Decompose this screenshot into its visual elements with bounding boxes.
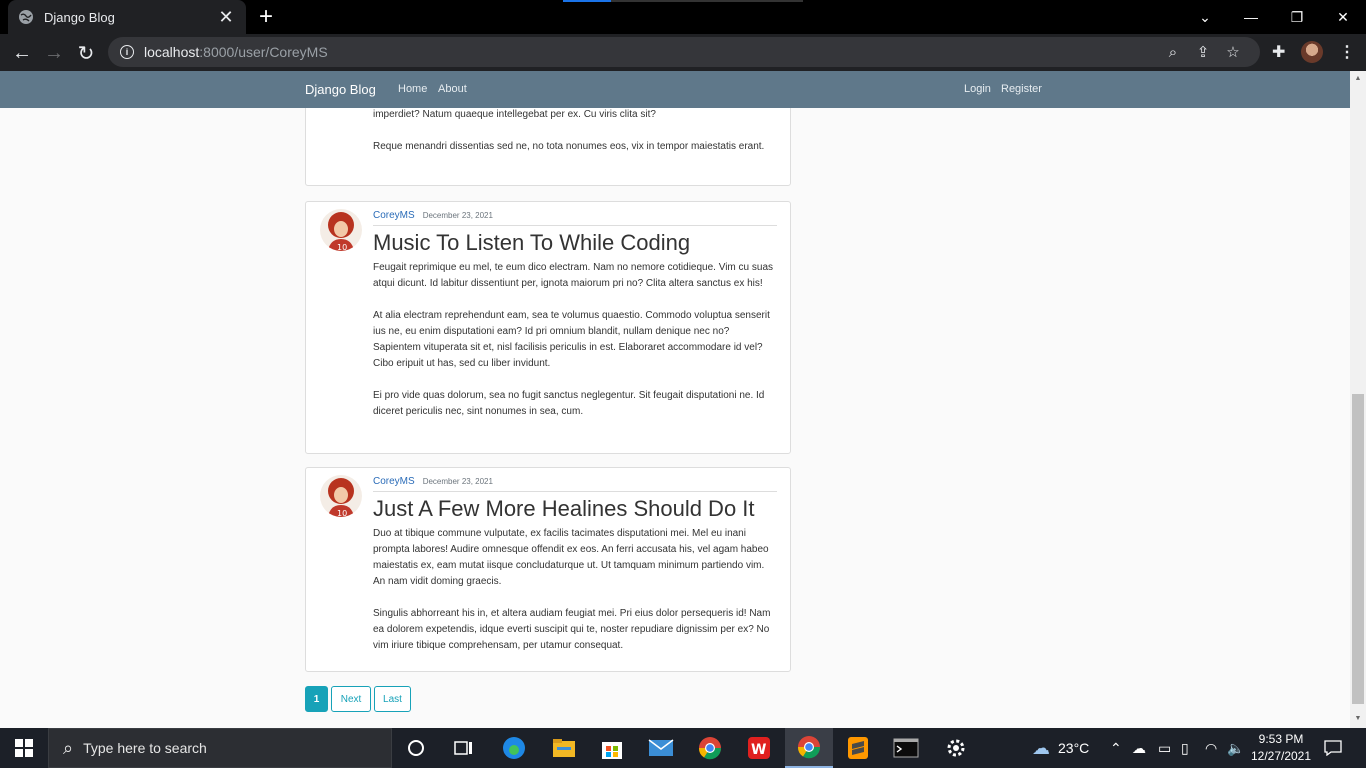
onedrive-cloud-icon[interactable]: ☁ [1132,728,1146,768]
cortana-icon[interactable] [392,728,440,768]
zoom-icon[interactable]: ⌕ [1158,40,1188,64]
nav-register[interactable]: Register [1001,83,1042,95]
clock-time: 9:53 PM [1258,732,1304,746]
mail-icon[interactable] [637,728,685,768]
clock-date: 12/27/2021 [1250,749,1312,763]
extensions-icon[interactable]: ✚ [1272,42,1285,62]
url-text[interactable]: localhost:8000/user/CoreyMS [144,44,1158,60]
new-tab-button[interactable]: + [259,5,273,29]
reload-button[interactable]: ↻ [73,40,99,66]
nav-login[interactable]: Login [964,83,991,95]
browser-toolbar: ← → ↻ i localhost:8000/user/CoreyMS ⌕ ⇪ … [0,34,1366,71]
tab-title: Django Blog [44,9,115,25]
scroll-up-arrow-icon[interactable]: ▲ [1354,75,1362,83]
nav-about[interactable]: About [438,83,467,95]
close-window-button[interactable]: ✕ [1320,0,1366,34]
post-card: imperdiet? Natum quaeque intellegebat pe… [305,108,791,186]
chrome-icon[interactable] [686,728,734,768]
weather-cloud-icon: ☁ [1032,737,1050,758]
back-button[interactable]: ← [9,40,35,66]
svg-text:W: W [751,742,766,758]
post-content: Feugait reprimique eu mel, te eum dico e… [373,260,777,436]
show-hidden-icons-chevron-icon[interactable]: ⌃ [1110,728,1122,768]
restore-button[interactable]: ❐ [1274,0,1320,34]
post-card: 10 CoreyMS December 23, 2021 Just A Few M… [305,467,791,672]
battery-icon[interactable]: ▯ [1181,728,1189,768]
post-title[interactable]: Music To Listen To While Coding [373,230,690,256]
bookmark-star-icon[interactable]: ☆ [1218,40,1248,64]
post-paragraph: Ei pro vide quas dolorum, sea no fugit s… [373,390,765,417]
post-paragraph: Reque menandri dissentias sed ne, no tot… [373,141,765,152]
search-icon: ⌕ [63,737,74,758]
post-paragraph: Feugait reprimique eu mel, te eum dico e… [373,262,774,289]
post-content: imperdiet? Natum quaeque intellegebat pe… [373,108,777,171]
post-card: 10 CoreyMS December 23, 2021 Music To Lis… [305,201,791,454]
page-scrollbar[interactable]: ▲ ▼ [1350,71,1366,728]
last-page-button[interactable]: Last [374,686,411,712]
loading-indicator [563,0,803,2]
windows-logo-icon [15,739,33,757]
sublime-text-icon[interactable] [834,728,882,768]
post-paragraph: At alia electram reprehendunt eam, sea t… [373,310,770,369]
scroll-down-arrow-icon[interactable]: ▼ [1354,715,1362,723]
nav-home[interactable]: Home [398,83,427,95]
browser-tab[interactable]: Django Blog ✕ [8,0,246,34]
svg-text:10: 10 [337,243,347,251]
wps-office-icon[interactable]: W [735,728,783,768]
author-avatar: 10 [320,475,362,517]
post-metadata: CoreyMS December 23, 2021 [373,476,777,492]
meet-now-icon[interactable]: ▭ [1158,728,1171,768]
microsoft-store-icon[interactable] [588,728,636,768]
task-view-icon[interactable] [440,728,488,768]
site-navbar: Django Blog Home About Login Register [0,71,1350,108]
address-bar[interactable]: i localhost:8000/user/CoreyMS ⌕ ⇪ ☆ [108,37,1260,67]
windows-taskbar: ⌕ Type here to search W ☁ 23°C ⌃ ☁ ▭ ▯ ◠… [0,728,1366,768]
profile-avatar[interactable] [1301,41,1323,63]
scroll-thumb[interactable] [1352,394,1364,704]
post-metadata: CoreyMS December 23, 2021 [373,210,777,226]
volume-icon[interactable]: 🔈 [1227,728,1244,768]
svg-text:10: 10 [337,509,347,517]
minimize-button[interactable]: — [1228,0,1274,34]
tab-search-icon[interactable]: ⌄ [1182,0,1228,34]
author-avatar: 10 [320,209,362,251]
file-explorer-icon[interactable] [540,728,588,768]
terminal-icon[interactable] [882,728,930,768]
author-link[interactable]: CoreyMS [373,210,415,221]
post-paragraph: imperdiet? Natum quaeque intellegebat pe… [373,109,656,120]
post-date: December 23, 2021 [422,211,493,220]
page-content: imperdiet? Natum quaeque intellegebat pe… [0,108,1350,728]
settings-gear-icon[interactable] [932,728,980,768]
edge-icon[interactable] [490,728,538,768]
wifi-icon[interactable]: ◠ [1205,728,1217,768]
post-date: December 23, 2021 [422,477,493,486]
weather-widget[interactable]: ☁ 23°C [1032,728,1089,768]
menu-kebab-icon[interactable]: ⋮ [1339,42,1355,62]
forward-button[interactable]: → [41,40,67,66]
post-paragraph: Duo at tibique commune vulputate, ex fac… [373,528,769,587]
post-paragraph: Singulis abhorreant his in, et altera au… [373,608,771,651]
taskbar-clock[interactable]: 9:53 PM 12/27/2021 [1248,731,1314,765]
windows-start-button[interactable] [0,728,48,768]
post-content: Duo at tibique commune vulputate, ex fac… [373,526,777,670]
taskbar-search-input[interactable]: ⌕ Type here to search [48,728,392,768]
page-1-button[interactable]: 1 [305,686,328,712]
browser-titlebar: Django Blog ✕ + ⌄ — ❐ ✕ [0,0,1366,34]
author-link[interactable]: CoreyMS [373,476,415,487]
search-placeholder: Type here to search [83,740,207,756]
globe-icon [19,10,33,24]
notifications-icon[interactable] [1324,728,1342,768]
next-page-button[interactable]: Next [331,686,371,712]
chrome-running-icon[interactable] [785,728,833,768]
post-title[interactable]: Just A Few More Healines Should Do It [373,496,755,522]
close-tab-icon[interactable]: ✕ [216,7,236,28]
share-icon[interactable]: ⇪ [1188,40,1218,64]
site-brand[interactable]: Django Blog [305,82,376,97]
site-info-icon[interactable]: i [120,45,134,59]
temperature: 23°C [1058,740,1090,756]
